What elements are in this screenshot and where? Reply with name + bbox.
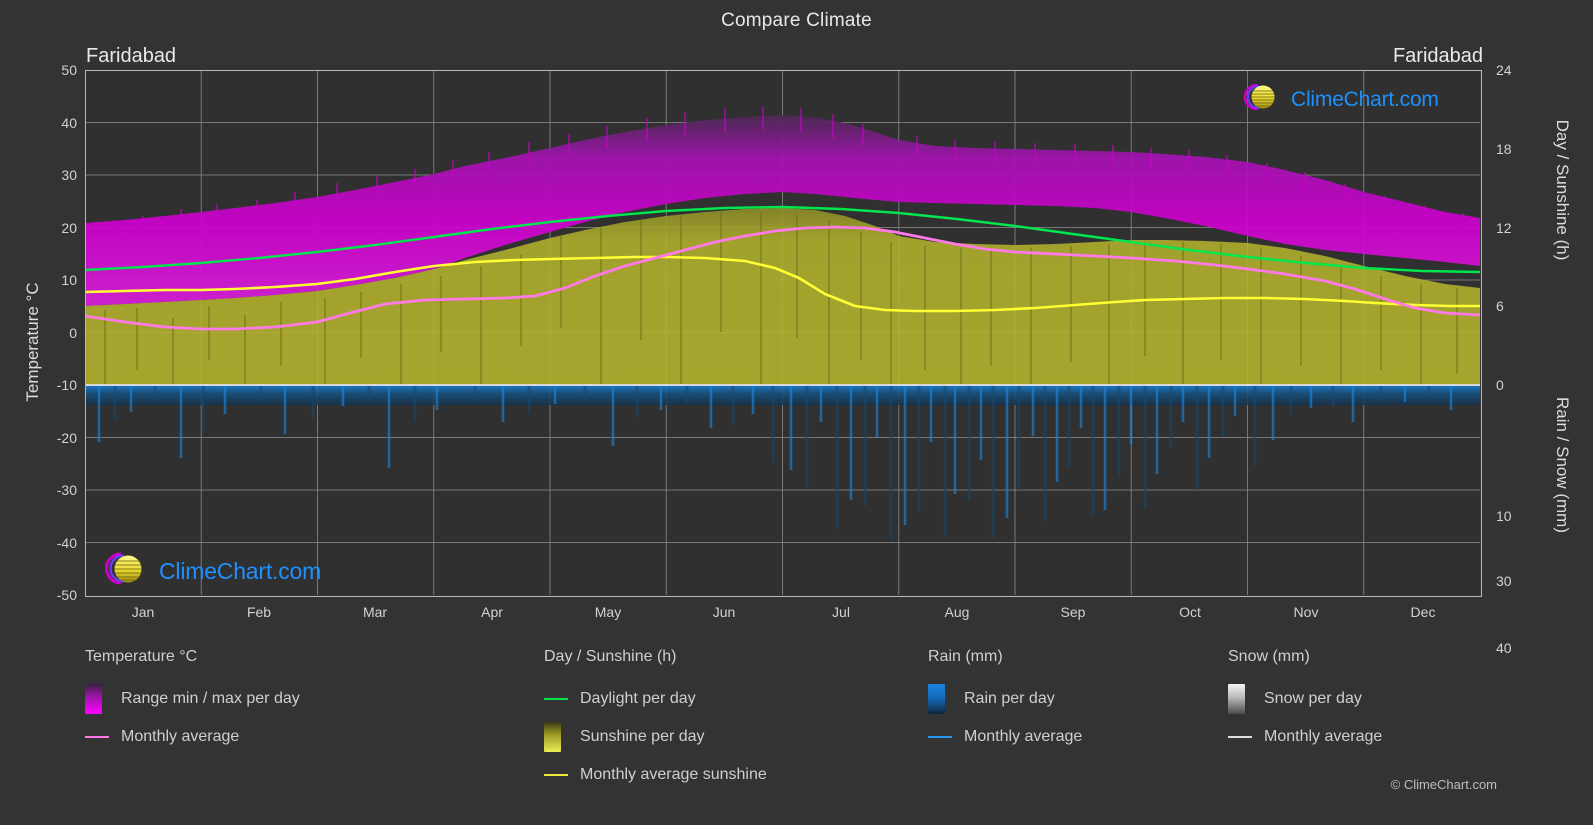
climate-chart-page: Compare Climate Faridabad Faridabad Clim…: [0, 0, 1593, 825]
page-title: Compare Climate: [721, 10, 872, 31]
y-axis-title-temperature: Temperature °C: [23, 282, 42, 402]
climechart-watermark-main: ClimeChart.com: [95, 549, 321, 594]
snow-swatch-icon: [1228, 684, 1252, 714]
climechart-logo-text-main: ClimeChart.com: [159, 558, 322, 584]
y-tick-day-0: 24: [1496, 62, 1512, 78]
y-tick-day-4: 0: [1496, 377, 1504, 393]
y-tick-left-1: 40: [61, 114, 77, 131]
y-tick-left-10: -50: [56, 587, 77, 603]
rain-per-day-band: [85, 385, 1480, 405]
legend-label-snow-avg: Monthly average: [1264, 728, 1383, 745]
x-tick-oct: Oct: [1179, 604, 1201, 620]
legend-heading-rain: Rain (mm): [928, 648, 1003, 665]
y-axis-title-rain-snow: Rain / Snow (mm): [1553, 396, 1572, 534]
legend-item-snow[interactable]: Snow per day: [1228, 680, 1528, 718]
x-tick-mar: Mar: [362, 604, 388, 620]
y-tick-left-5: 0: [69, 324, 77, 341]
y-tick-left-0: 50: [61, 62, 77, 78]
x-axis-ticks: Jan Feb Mar Apr May Jun Jul Aug Sep Oct …: [85, 604, 1480, 630]
legend-group-temperature: Temperature °C Range min / max per day M…: [85, 648, 525, 756]
y-tick-rain-1: 10: [1496, 508, 1512, 525]
x-tick-jun: Jun: [712, 604, 736, 620]
legend: Temperature °C Range min / max per day M…: [85, 648, 1505, 798]
snow-avg-line-icon: [1228, 736, 1252, 738]
legend-heading-snow: Snow (mm): [1228, 648, 1310, 665]
y-tick-left-2: 30: [61, 167, 77, 183]
y-tick-left-8: -30: [56, 482, 77, 498]
legend-group-snow: Snow (mm) Snow per day Monthly average: [1228, 648, 1528, 756]
y-tick-left-6: -10: [56, 377, 77, 393]
rain-daily-bars-faint: [113, 385, 1431, 540]
city-label-right: Faridabad: [1392, 45, 1483, 67]
x-tick-jul: Jul: [832, 604, 850, 620]
x-tick-dec: Dec: [1410, 604, 1436, 620]
legend-heading-temperature: Temperature °C: [85, 648, 198, 665]
temp-avg-line-icon: [85, 736, 109, 738]
y-axis-right-ticks: 24 18 12 6 0 10 0 30 40: [1496, 62, 1556, 656]
chart-canvas: [85, 70, 1480, 595]
legend-item-sunshine[interactable]: Sunshine per day: [544, 718, 944, 756]
legend-item-daylight[interactable]: Daylight per day: [544, 680, 944, 718]
legend-label-rain-avg: Monthly average: [964, 728, 1083, 745]
y-tick-rain-2: 30: [1496, 573, 1512, 589]
y-axis-title-day-sunshine: Day / Sunshine (h): [1553, 119, 1572, 261]
y-tick-left-3: 20: [61, 219, 77, 236]
logo-glyph: [1243, 83, 1275, 111]
city-label-left: Faridabad: [86, 45, 177, 67]
y-tick-left-9: -40: [56, 534, 77, 551]
sunshine-swatch-icon: [544, 722, 568, 752]
rain-avg-line-icon: [928, 736, 952, 738]
legend-group-rain: Rain (mm) Rain per day Monthly average: [928, 648, 1228, 756]
logo-glyph-main: [105, 552, 142, 585]
climechart-logo-icon: [1233, 80, 1289, 119]
legend-label-temp-avg: Monthly average: [121, 728, 240, 745]
legend-label-rain: Rain per day: [964, 690, 1055, 707]
legend-item-rain[interactable]: Rain per day: [928, 680, 1228, 718]
legend-item-temp-avg[interactable]: Monthly average: [85, 718, 525, 756]
x-tick-sep: Sep: [1060, 604, 1086, 620]
y-tick-left-7: -20: [56, 429, 77, 446]
legend-label-sunshine: Sunshine per day: [580, 728, 705, 745]
legend-label-sunshine-avg: Monthly average sunshine: [580, 766, 767, 783]
x-tick-feb: Feb: [246, 604, 272, 620]
legend-item-sunshine-avg[interactable]: Monthly average sunshine: [544, 756, 944, 794]
legend-item-temp-range[interactable]: Range min / max per day: [85, 680, 525, 718]
daylight-line-icon: [544, 698, 568, 700]
legend-group-day-sunshine: Day / Sunshine (h) Daylight per day Suns…: [544, 648, 944, 794]
climechart-logo-text: ClimeChart.com: [1291, 87, 1439, 111]
legend-heading-day-sunshine: Day / Sunshine (h): [544, 648, 677, 665]
x-tick-apr: Apr: [481, 604, 503, 620]
x-tick-jan: Jan: [131, 604, 155, 620]
rain-daily-bars: [97, 385, 1453, 525]
legend-label-temp-range: Range min / max per day: [121, 690, 300, 707]
copyright-notice: © ClimeChart.com: [1390, 777, 1497, 792]
legend-label-snow: Snow per day: [1264, 690, 1362, 707]
y-tick-day-2: 12: [1496, 219, 1512, 236]
y-tick-left-4: 10: [61, 272, 77, 288]
legend-item-rain-avg[interactable]: Monthly average: [928, 718, 1228, 756]
x-tick-may: May: [594, 604, 622, 620]
temp-range-swatch-icon: [85, 684, 109, 714]
plot-area[interactable]: [85, 70, 1480, 595]
y-tick-day-1: 18: [1496, 140, 1512, 157]
x-tick-aug: Aug: [944, 604, 970, 620]
legend-item-snow-avg[interactable]: Monthly average: [1228, 718, 1528, 756]
rain-swatch-icon: [928, 684, 952, 714]
y-tick-day-3: 6: [1496, 298, 1504, 315]
sunshine-avg-line-icon: [544, 774, 568, 776]
x-tick-nov: Nov: [1293, 604, 1319, 620]
climechart-logo-icon-main: [95, 549, 157, 594]
climechart-watermark-top: ClimeChart.com: [1233, 80, 1439, 119]
legend-label-daylight: Daylight per day: [580, 690, 696, 707]
